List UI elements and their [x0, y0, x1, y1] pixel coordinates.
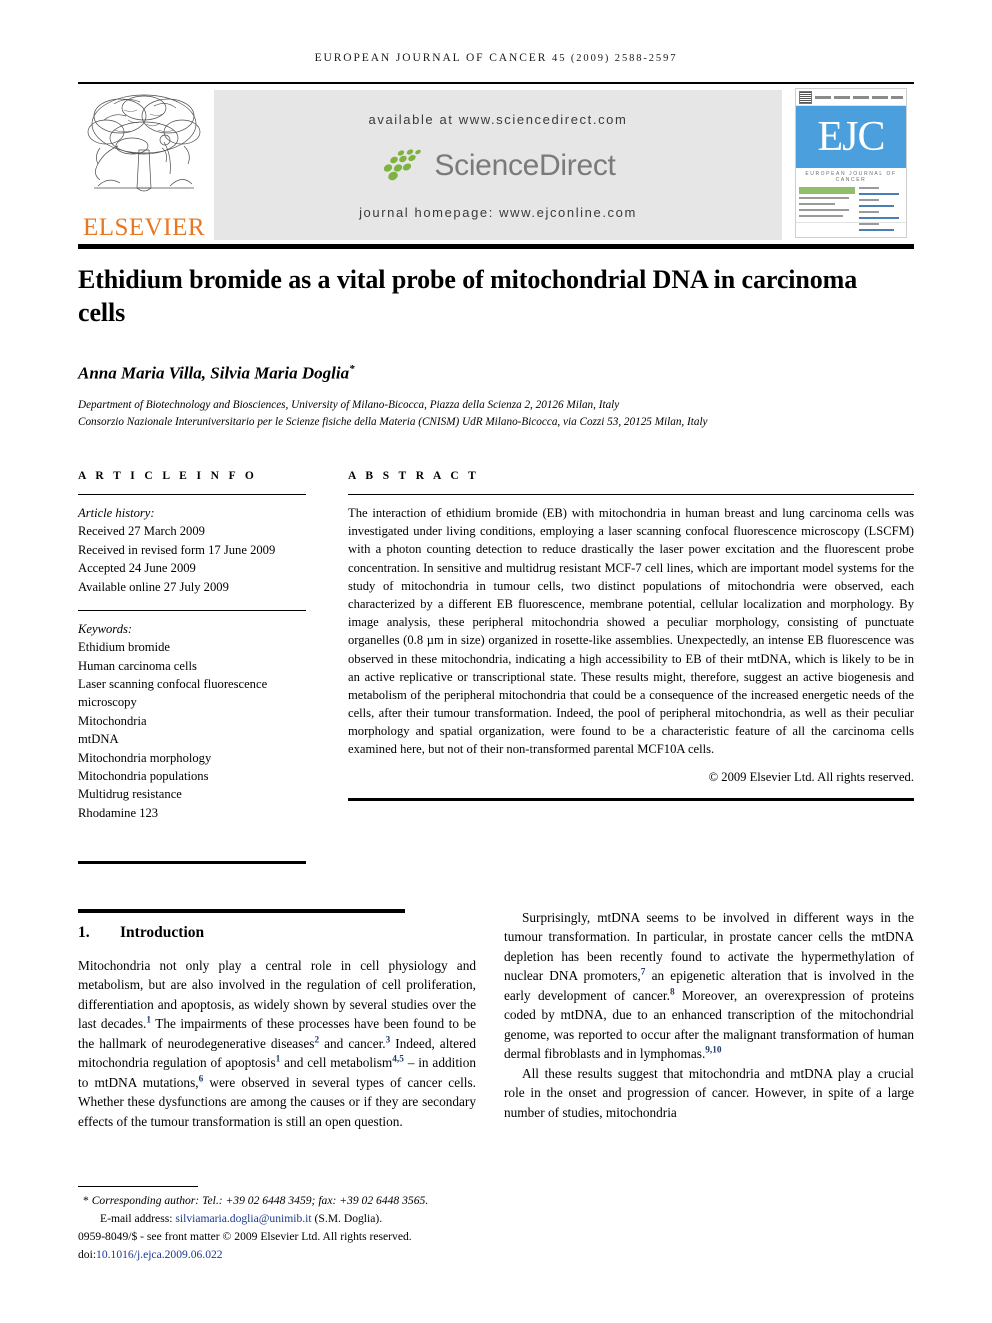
article-title: Ethidium bromide as a vital probe of mit…: [78, 265, 858, 328]
cover-publisher-mark-icon: [799, 90, 812, 104]
intro-text-e: and cell metabolism: [280, 1055, 393, 1071]
abstract-copyright: © 2009 Elsevier Ltd. All rights reserved…: [708, 769, 914, 784]
right-paragraph-2: All these results suggest that mitochond…: [504, 1065, 914, 1120]
footnote-block: * Corresponding author: Tel.: +39 02 644…: [78, 1192, 508, 1263]
abstract-heading: A B S T R A C T: [348, 470, 480, 482]
article-history-label: Article history:: [78, 506, 155, 520]
history-item: Available online 27 July 2009: [78, 579, 229, 594]
article-history: Article history: Received 27 March 2009 …: [78, 504, 306, 596]
journal-cover-thumbnail: EJC EUROPEAN JOURNAL OF CANCER: [788, 86, 914, 244]
masthead: ELSEVIER available at www.sciencedirect.…: [78, 86, 914, 244]
cover-text-line: [799, 215, 844, 217]
keyword-item: Rhodamine 123: [78, 805, 159, 820]
keyword-item: Laser scanning confocal fluorescence mic…: [78, 677, 268, 710]
corresponding-author-text: Corresponding author: Tel.: +39 02 6448 …: [91, 1194, 429, 1207]
affiliation-1: Department of Biotechnology and Bioscien…: [78, 399, 620, 411]
cover-highlight-bar: [799, 187, 855, 194]
cover-text-line: [799, 203, 836, 205]
keyword-item: Ethidium bromide: [78, 640, 170, 655]
email-note: E-mail address: silviamaria.doglia@unimi…: [78, 1210, 508, 1228]
section-number: 1.: [78, 924, 90, 941]
cover-text-line: [858, 193, 899, 195]
keyword-item: Human carcinoma cells: [78, 658, 197, 673]
history-item: Received 27 March 2009: [78, 524, 205, 539]
cover-subtitle: EUROPEAN JOURNAL OF CANCER: [805, 171, 897, 183]
sciencedirect-leaf-icon: [384, 149, 422, 181]
corresponding-author-note: * Corresponding author: Tel.: +39 02 644…: [78, 1192, 508, 1210]
footnote-rule: [78, 1186, 198, 1187]
keyword-item: mtDNA: [78, 732, 119, 747]
cover-header: [796, 89, 906, 106]
elsevier-wordmark: ELSEVIER: [82, 214, 206, 241]
email-label: E-mail address:: [100, 1211, 173, 1225]
keyword-item: Multidrug resistance: [78, 787, 182, 802]
corresponding-author-marker: *: [349, 363, 355, 375]
cover-banner: EJC: [796, 106, 906, 168]
keyword-item: Mitochondria: [78, 713, 147, 728]
citation-ref: 9,10: [705, 1045, 722, 1056]
keywords-label: Keywords:: [78, 621, 133, 636]
running-head-journal: EUROPEAN JOURNAL OF CANCER: [314, 52, 548, 64]
footnote-marker: *: [83, 1194, 89, 1207]
body-column-left: 1. Introduction Mitochondria not only pl…: [78, 920, 476, 1131]
elsevier-logo: ELSEVIER: [78, 86, 210, 244]
keyword-item: Mitochondria populations: [78, 768, 209, 783]
affiliation-2: Consorzio Nazionale Interuniversitario p…: [78, 416, 708, 429]
cover-text-line: [799, 209, 849, 211]
cover-text-line: [858, 187, 879, 189]
section-heading-introduction: 1. Introduction: [78, 924, 476, 942]
right-paragraph-1: Surprisingly, mtDNA seems to be involved…: [504, 908, 914, 1064]
history-item: Accepted 24 June 2009: [78, 561, 196, 576]
journal-cover: EJC EUROPEAN JOURNAL OF CANCER: [795, 88, 907, 238]
available-at-text: available at www.sciencedirect.com: [368, 112, 628, 127]
sciencedirect-logo: ScienceDirect: [380, 146, 616, 186]
email-suffix: (S.M. Doglia).: [314, 1211, 383, 1225]
keyword-item: Mitochondria morphology: [78, 750, 212, 765]
intro-paragraph-1: Mitochondria not only play a central rol…: [78, 956, 476, 1131]
cover-text-line: [858, 199, 879, 201]
sciencedirect-wordmark: ScienceDirect: [434, 149, 616, 182]
history-item: Received in revised form 17 June 2009: [78, 542, 276, 557]
section-title: Introduction: [120, 924, 205, 941]
journal-homepage-text: journal homepage: www.ejconline.com: [359, 205, 637, 220]
issn-line: 0959-8049/$ - see front matter © 2009 El…: [78, 1230, 412, 1244]
cover-volume-line: [815, 95, 903, 99]
article-info-column: A R T I C L E I N F O Article history: R…: [78, 470, 306, 822]
doi-line: doi:10.1016/j.ejca.2009.06.022: [78, 1246, 508, 1264]
affiliations: Department of Biotechnology and Bioscien…: [78, 397, 914, 432]
body-column-right: Surprisingly, mtDNA seems to be involved…: [504, 908, 914, 1122]
sciencedirect-banner: available at www.sciencedirect.com Scien…: [214, 90, 782, 240]
cover-text-line: [858, 217, 899, 219]
abstract-rule: [348, 494, 914, 495]
article-info-bottom-rule: [78, 861, 306, 864]
cover-footer: [796, 222, 906, 237]
masthead-rule-bottom: [78, 244, 914, 249]
cover-acronym: EJC: [817, 114, 885, 160]
journal-article-page: EUROPEAN JOURNAL OF CANCER 45 (2009) 258…: [0, 0, 992, 1323]
abstract-bottom-rule: [348, 797, 914, 801]
introduction-rule: [78, 909, 405, 913]
author-list: Anna Maria Villa, Silvia Maria Doglia*: [78, 363, 868, 384]
running-head-citation: 45 (2009) 2588-2597: [552, 53, 678, 64]
abstract-text: The interaction of ethidium bromide (EB)…: [348, 506, 914, 757]
email-link[interactable]: silviamaria.doglia@unimib.it: [175, 1212, 311, 1225]
keywords-list: Keywords: Ethidium bromide Human carcino…: [78, 620, 306, 822]
intro-text-c: and cancer.: [319, 1035, 386, 1051]
abstract-column: A B S T R A C T The interaction of ethid…: [348, 470, 914, 801]
doi-label: doi:: [78, 1247, 97, 1261]
keywords-rule: [78, 609, 306, 611]
author-names: Anna Maria Villa, Silvia Maria Doglia: [78, 363, 350, 383]
cover-text-line: [799, 197, 849, 199]
doi-link[interactable]: 10.1016/j.ejca.2009.06.022: [96, 1248, 223, 1261]
citation-ref: 4,5: [392, 1054, 404, 1065]
elsevier-tree-icon: [87, 94, 201, 192]
article-info-rule: [78, 494, 306, 495]
running-head: EUROPEAN JOURNAL OF CANCER 45 (2009) 258…: [78, 52, 914, 64]
cover-text-line: [858, 205, 895, 207]
article-info-heading: A R T I C L E I N F O: [78, 470, 258, 482]
cover-text-line: [858, 211, 879, 213]
masthead-rule-top: [78, 82, 914, 84]
